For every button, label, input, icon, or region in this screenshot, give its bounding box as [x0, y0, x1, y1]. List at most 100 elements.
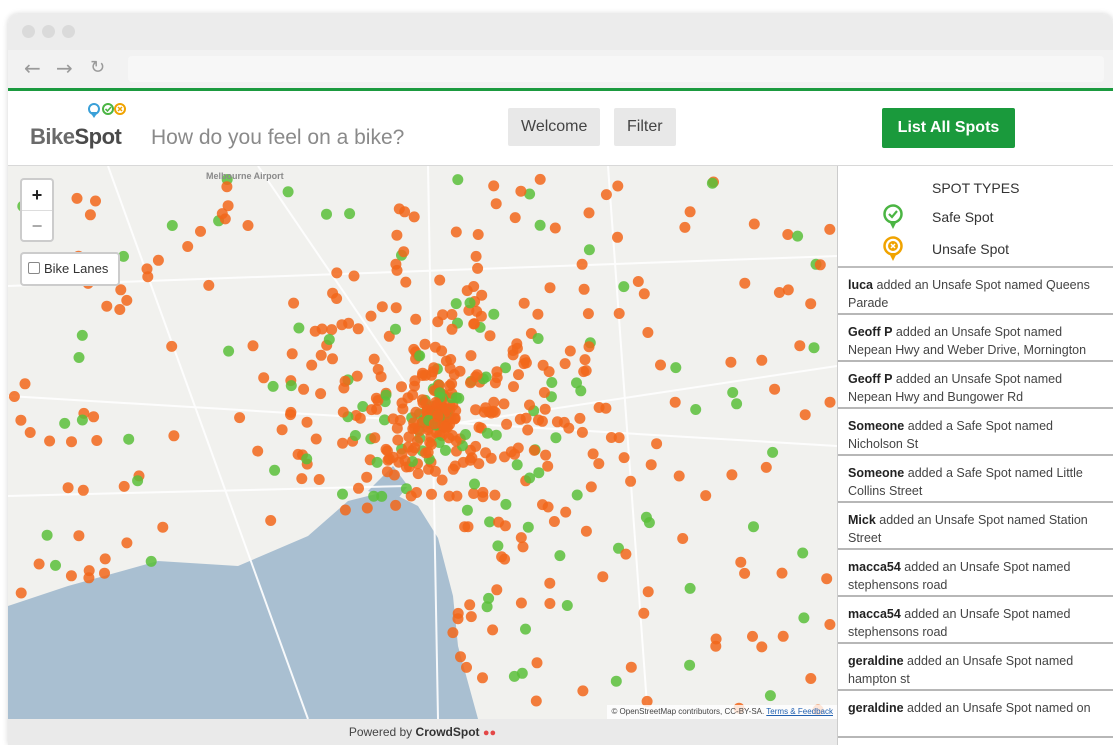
- spot-marker[interactable]: [477, 672, 488, 684]
- spot-marker[interactable]: [41, 529, 53, 541]
- spot-marker[interactable]: [534, 173, 546, 185]
- spot-marker[interactable]: [448, 369, 460, 380]
- spot-marker[interactable]: [542, 501, 554, 513]
- spot-marker[interactable]: [282, 186, 294, 198]
- spot-marker[interactable]: [543, 366, 555, 378]
- spot-marker[interactable]: [472, 262, 484, 274]
- spot-marker[interactable]: [432, 316, 444, 328]
- spot-marker[interactable]: [613, 432, 625, 444]
- spot-marker[interactable]: [222, 200, 234, 212]
- spot-marker[interactable]: [145, 555, 157, 567]
- crowdspot-brand[interactable]: CrowdSpot: [416, 725, 480, 739]
- spot-marker[interactable]: [90, 195, 101, 207]
- spot-marker[interactable]: [399, 455, 411, 467]
- spot-marker[interactable]: [195, 225, 206, 237]
- spot-marker[interactable]: [492, 540, 504, 552]
- spot-marker[interactable]: [550, 432, 562, 444]
- spot-marker[interactable]: [583, 244, 595, 256]
- spot-marker[interactable]: [756, 641, 768, 653]
- feed-user[interactable]: macca54: [848, 560, 901, 574]
- minimize-dot[interactable]: [42, 25, 55, 38]
- spot-marker[interactable]: [509, 212, 521, 224]
- spot-marker[interactable]: [655, 359, 666, 371]
- feed-user[interactable]: geraldine: [848, 654, 904, 668]
- spot-marker[interactable]: [450, 298, 462, 310]
- spot-marker[interactable]: [582, 308, 594, 320]
- spot-marker[interactable]: [115, 284, 127, 296]
- feed-item[interactable]: Someone added a Safe Spot named Little C…: [838, 456, 1113, 503]
- arrow-left-icon[interactable]: ←: [24, 56, 41, 80]
- spot-marker[interactable]: [99, 553, 111, 565]
- bike-lanes-toggle[interactable]: Bike Lanes: [20, 252, 121, 286]
- spot-marker[interactable]: [276, 424, 288, 436]
- spot-marker[interactable]: [73, 530, 85, 542]
- spot-marker[interactable]: [461, 504, 473, 516]
- spot-marker[interactable]: [410, 406, 422, 418]
- spot-marker[interactable]: [805, 298, 817, 310]
- feed-item[interactable]: Mick added an Unsafe Spot named Station …: [838, 503, 1113, 550]
- spot-marker[interactable]: [408, 211, 420, 223]
- spot-marker[interactable]: [643, 517, 655, 529]
- spot-marker[interactable]: [296, 473, 308, 485]
- spot-marker[interactable]: [539, 403, 551, 415]
- reload-icon[interactable]: ↻: [90, 56, 105, 80]
- spot-marker[interactable]: [470, 404, 482, 416]
- list-all-spots-button[interactable]: List All Spots: [882, 108, 1015, 148]
- spot-marker[interactable]: [391, 422, 403, 434]
- spot-marker[interactable]: [396, 381, 407, 393]
- spot-marker[interactable]: [489, 489, 501, 501]
- spot-marker[interactable]: [429, 341, 441, 353]
- spot-marker[interactable]: [316, 323, 328, 335]
- spot-marker[interactable]: [450, 405, 462, 417]
- spot-marker[interactable]: [524, 472, 536, 484]
- spot-marker[interactable]: [558, 416, 570, 428]
- spot-marker[interactable]: [684, 206, 696, 218]
- spot-marker[interactable]: [450, 435, 462, 447]
- spot-marker[interactable]: [544, 598, 556, 609]
- spot-marker[interactable]: [583, 341, 595, 353]
- spot-marker[interactable]: [470, 250, 482, 262]
- spot-marker[interactable]: [756, 354, 768, 366]
- spot-marker[interactable]: [269, 464, 281, 476]
- spot-marker[interactable]: [182, 241, 194, 252]
- spot-marker[interactable]: [517, 541, 529, 553]
- spot-marker[interactable]: [461, 661, 472, 673]
- spot-marker[interactable]: [532, 333, 544, 344]
- spot-marker[interactable]: [533, 467, 545, 479]
- spot-marker[interactable]: [461, 285, 473, 297]
- spot-marker[interactable]: [465, 350, 477, 362]
- spot-marker[interactable]: [101, 300, 113, 312]
- spot-marker[interactable]: [428, 418, 440, 430]
- spot-marker[interactable]: [538, 387, 550, 398]
- spot-marker[interactable]: [468, 318, 480, 330]
- spot-marker[interactable]: [221, 181, 233, 193]
- spot-marker[interactable]: [326, 324, 338, 336]
- spot-marker[interactable]: [638, 607, 650, 619]
- feed-user[interactable]: macca54: [848, 607, 901, 621]
- spot-marker[interactable]: [645, 459, 657, 471]
- spot-marker[interactable]: [782, 284, 794, 296]
- spot-marker[interactable]: [597, 571, 609, 583]
- spot-marker[interactable]: [152, 254, 164, 266]
- spot-marker[interactable]: [618, 452, 630, 464]
- spot-marker[interactable]: [731, 398, 743, 410]
- spot-marker[interactable]: [642, 586, 654, 598]
- spot-marker[interactable]: [528, 444, 540, 456]
- spot-marker[interactable]: [381, 445, 393, 457]
- spot-marker[interactable]: [748, 218, 760, 230]
- spot-marker[interactable]: [66, 436, 77, 448]
- spot-marker[interactable]: [516, 667, 528, 679]
- spot-marker[interactable]: [530, 695, 542, 707]
- spot-marker[interactable]: [141, 263, 153, 275]
- spot-marker[interactable]: [393, 203, 405, 215]
- spot-marker[interactable]: [554, 550, 566, 562]
- spot-marker[interactable]: [465, 611, 477, 623]
- bike-lanes-checkbox[interactable]: [28, 262, 40, 274]
- spot-marker[interactable]: [725, 356, 737, 368]
- spot-marker[interactable]: [344, 208, 356, 220]
- feed-user[interactable]: Someone: [848, 466, 904, 480]
- spot-marker[interactable]: [390, 323, 401, 335]
- spot-marker[interactable]: [315, 349, 327, 361]
- spot-marker[interactable]: [625, 475, 637, 487]
- spot-marker[interactable]: [498, 398, 510, 410]
